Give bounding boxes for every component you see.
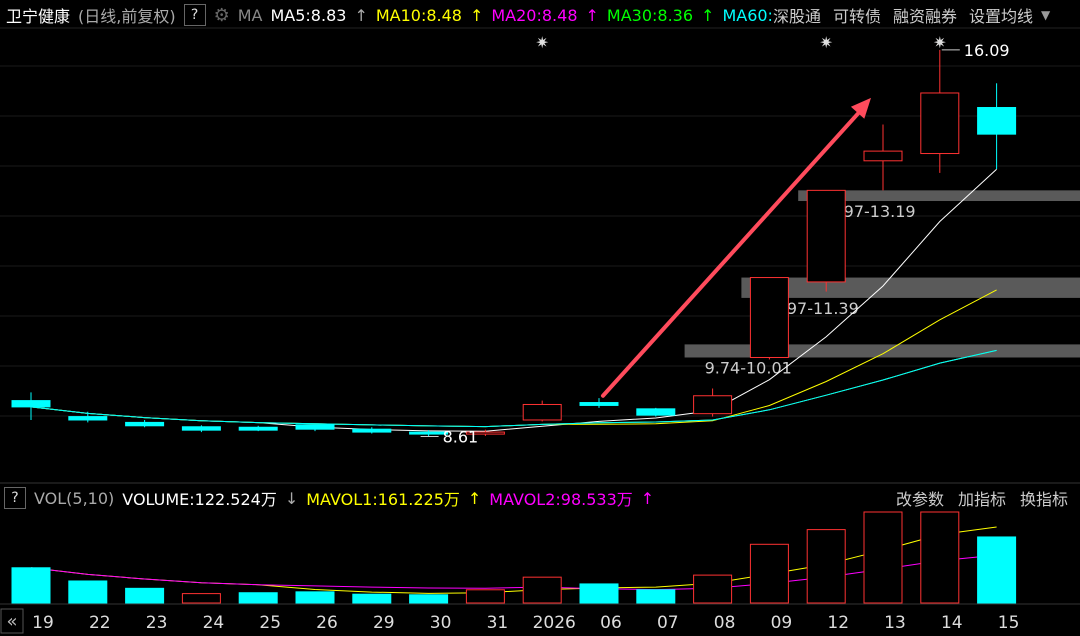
candle-body (579, 402, 619, 406)
volume-bar (125, 587, 165, 604)
volume-bar (863, 511, 903, 604)
candle-body (522, 403, 562, 421)
ma60-line (30, 349, 997, 428)
candle-body (352, 428, 392, 433)
candle-body (863, 150, 903, 162)
candle-body (749, 277, 789, 358)
volume-bar (181, 593, 221, 604)
date-tick-label: 08 (714, 613, 736, 633)
candle-body (693, 395, 733, 415)
volume-indicator-bar: ? VOL(5,10) VOLUME:122.524万 ↓ MAVOL1:161.… (0, 483, 1080, 513)
mavol1-line (30, 526, 997, 594)
low-price-label: 8.61 (443, 427, 479, 446)
date-tick-label: 29 (373, 613, 395, 633)
date-tick-label: 23 (146, 613, 168, 633)
candle-body (806, 189, 846, 283)
gap-zone-label: 9.74-10.01 (705, 358, 792, 377)
date-tick-label: 09 (771, 613, 793, 633)
star-icon: ✷ (535, 33, 548, 52)
volume-bar (522, 576, 562, 604)
mavol1-value: MAVOL1:161.225万 (306, 490, 460, 509)
volume-indicator-name[interactable]: VOL(5,10) (34, 489, 114, 508)
date-tick-label: 31 (487, 613, 509, 633)
volume-bar (352, 593, 392, 604)
date-tick-label: 06 (600, 613, 622, 633)
date-tick-label: 19 (32, 613, 54, 633)
mavol2-value: MAVOL2:98.533万 (489, 490, 633, 509)
add-indicator-button[interactable]: 加指标 (958, 486, 1006, 510)
change-params-button[interactable]: 改参数 (896, 486, 944, 510)
volume-bar (920, 511, 960, 604)
candle-body (977, 107, 1017, 135)
date-tick-label: 22 (89, 613, 111, 633)
candle-body (125, 421, 165, 427)
volume-bar (465, 589, 505, 604)
star-icon: ✷ (933, 33, 946, 52)
volume-value: VOLUME:122.524万 (122, 490, 277, 509)
mavol2-line (30, 554, 997, 591)
switch-indicator-button[interactable]: 换指标 (1020, 486, 1068, 510)
candle-body (68, 416, 108, 421)
volume-bar (749, 543, 789, 604)
date-tick-label: 13 (884, 613, 906, 633)
date-tick-label: 2026 (533, 613, 576, 633)
price-chart[interactable]: 12.97-13.1910.97-11.399.74-10.01 16.098.… (0, 0, 1080, 636)
volume-bar (977, 536, 1017, 604)
candle-body (238, 426, 278, 431)
date-tick-label: 26 (316, 613, 338, 633)
candle-body (295, 424, 335, 430)
volume-bar (238, 592, 278, 604)
volume-bar (636, 589, 676, 604)
gap-zone (741, 277, 1080, 298)
date-tick-label: 14 (941, 613, 963, 633)
candle-body (920, 92, 960, 155)
candle-body (636, 408, 676, 416)
gap-zone (684, 344, 1080, 358)
volume-bar (11, 567, 51, 604)
volume-bar (579, 583, 619, 604)
star-icon: ✷ (819, 33, 832, 52)
date-tick-label: 24 (203, 613, 225, 633)
high-price-label: 16.09 (964, 41, 1010, 60)
date-tick-label: 07 (657, 613, 679, 633)
volume-help-button[interactable]: ? (4, 487, 26, 509)
candle-body (181, 426, 221, 431)
volume-bar (68, 580, 108, 604)
volume-bar (409, 594, 449, 604)
date-tick-label: 12 (827, 613, 849, 633)
date-tick-label: 30 (430, 613, 452, 633)
volume-bar (806, 529, 846, 604)
candle-body (11, 400, 51, 408)
volume-bar (295, 591, 335, 604)
date-tick-label: 25 (259, 613, 281, 633)
chevron-left-icon[interactable]: « (6, 611, 17, 632)
date-tick-label: 15 (998, 613, 1020, 633)
volume-bar (693, 574, 733, 604)
